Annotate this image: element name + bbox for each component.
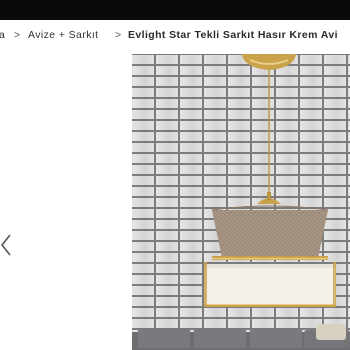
pendant-lamp-illustration [132, 54, 350, 350]
breadcrumb: a > Avize + Sarkıt > Evlight Star Tekli … [0, 29, 350, 47]
breadcrumb-separator: > [14, 29, 21, 41]
breadcrumb-current-page: Evlight Star Tekli Sarkıt Hasır Krem Avi [128, 29, 338, 41]
gallery-prev-button[interactable] [0, 232, 14, 258]
breadcrumb-category-link[interactable]: Avize + Sarkıt [28, 29, 98, 41]
top-bar [0, 0, 350, 20]
breadcrumb-home-link[interactable]: a [0, 29, 5, 41]
chevron-left-icon [0, 234, 11, 256]
product-image[interactable] [132, 54, 350, 350]
breadcrumb-separator: > [115, 29, 122, 41]
